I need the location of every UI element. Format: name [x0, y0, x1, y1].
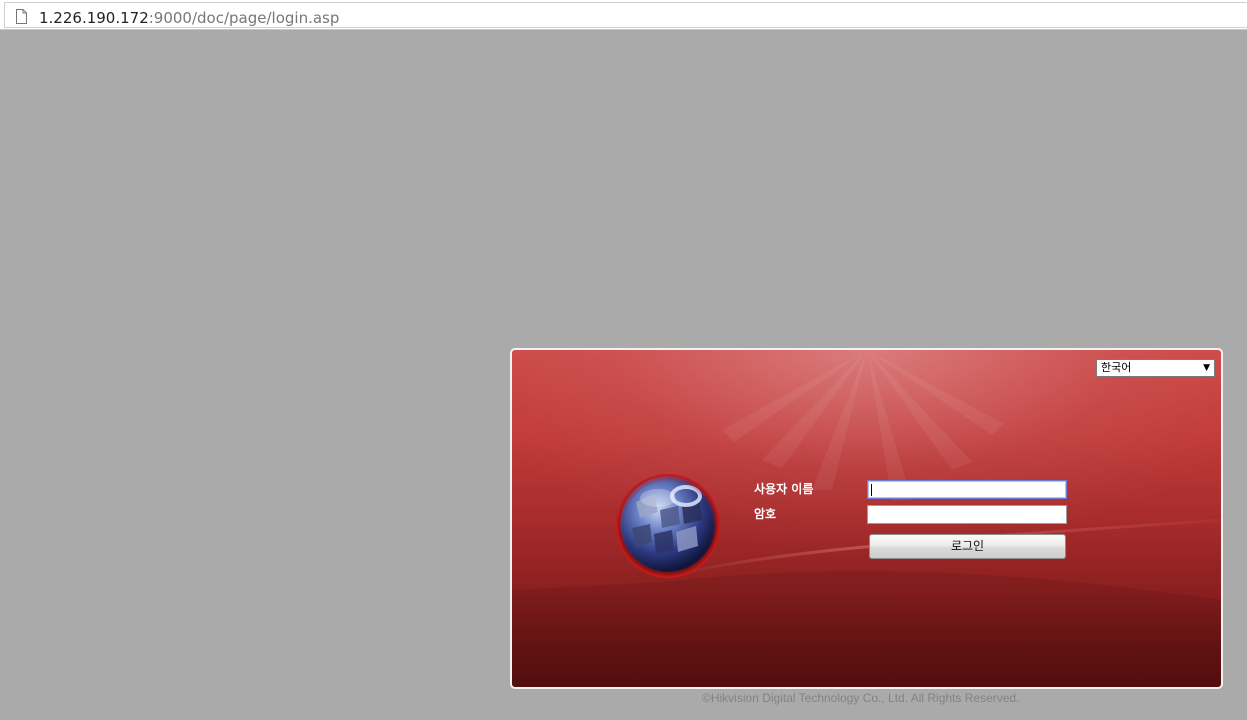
camera-globe-logo-icon	[616, 474, 720, 578]
username-label: 사용자 이름	[754, 482, 814, 496]
page-icon	[16, 9, 27, 24]
url-text[interactable]: 1.226.190.172:9000/doc/page/login.asp	[39, 8, 339, 28]
url-host: 1.226.190.172	[39, 9, 149, 27]
username-input[interactable]	[867, 480, 1067, 499]
login-panel: 한국어 ▼ 사용자 이름 암호 로그인	[510, 348, 1223, 689]
address-bar-field[interactable]: 1.226.190.172:9000/doc/page/login.asp	[4, 2, 1247, 28]
language-selected-value: 한국어	[1101, 361, 1132, 374]
password-label: 암호	[754, 507, 777, 521]
address-bar[interactable]: 1.226.190.172:9000/doc/page/login.asp	[0, 0, 1247, 30]
copyright-text: ©Hikvision Digital Technology Co., Ltd. …	[702, 691, 1020, 705]
language-select[interactable]: 한국어 ▼	[1096, 359, 1215, 377]
password-input[interactable]	[867, 505, 1067, 524]
login-button[interactable]: 로그인	[869, 534, 1066, 559]
dropdown-arrow-icon: ▼	[1203, 363, 1210, 373]
text-caret	[871, 484, 872, 496]
url-path: :9000/doc/page/login.asp	[148, 9, 340, 27]
